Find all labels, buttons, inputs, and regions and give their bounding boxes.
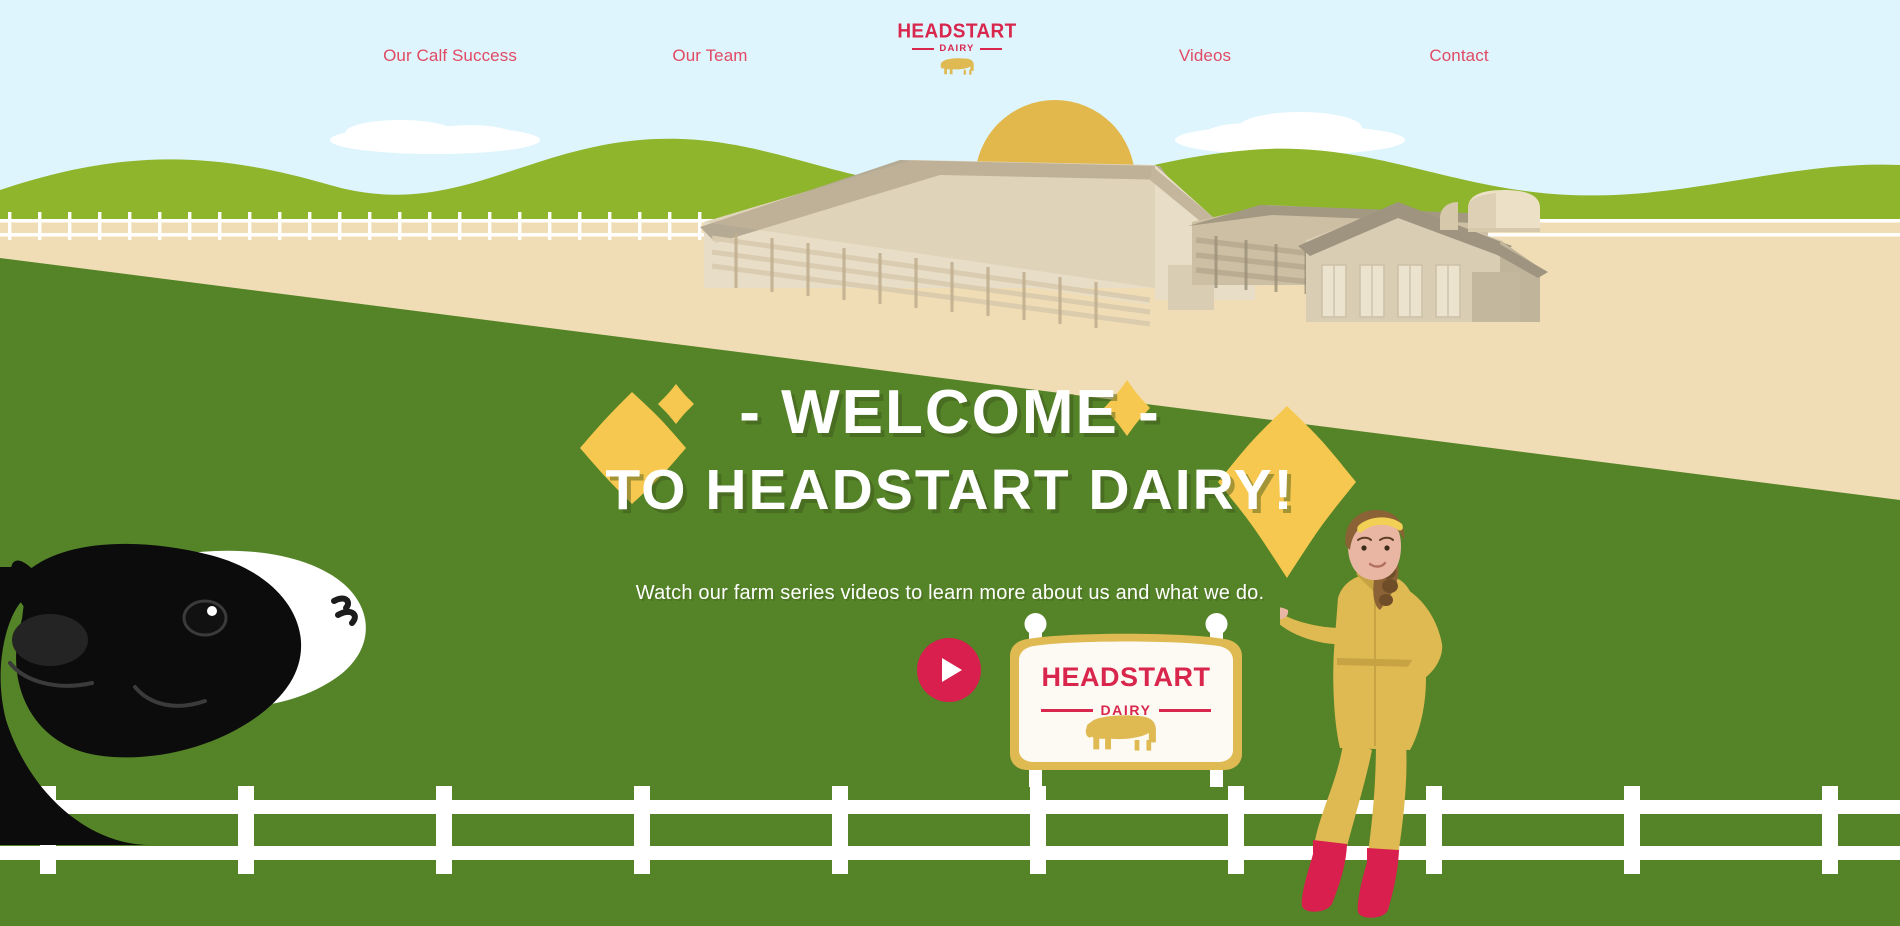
sign-rule-right	[1158, 708, 1211, 712]
nav-link-contact[interactable]: Contact	[1429, 46, 1488, 66]
cow-cheek-patch	[12, 614, 88, 666]
cow-illustration	[0, 543, 366, 845]
nav-link-videos[interactable]: Videos	[1179, 46, 1231, 66]
site-logo[interactable]: HEADSTART DAIRY	[892, 22, 1022, 78]
logo-sub-row: DAIRY	[892, 44, 1022, 54]
nav-link-our-team[interactable]: Our Team	[672, 46, 747, 66]
logo-rule-left	[912, 47, 935, 50]
farm-sign-board	[1010, 613, 1242, 787]
logo-cow-icon	[892, 56, 1022, 78]
farmer-boot-right	[1357, 848, 1399, 918]
farmer-leg-right	[1368, 740, 1407, 856]
play-video-button[interactable]	[917, 638, 981, 702]
farm-sign-subrow: DAIRY	[1000, 702, 1252, 718]
sign-rule-left	[1041, 708, 1094, 712]
farmer-boot-left	[1301, 840, 1347, 912]
page-root: HEADSTART DAIRY - WELCOME - TO HEADSTART…	[0, 0, 1900, 926]
farmer-leg-left	[1314, 738, 1372, 850]
nav-link-our-calf-success[interactable]: Our Calf Success	[383, 46, 517, 66]
logo-subtext: DAIRY	[939, 43, 975, 54]
cow-eye	[182, 599, 228, 637]
play-icon	[942, 658, 962, 682]
farm-sign-sub: DAIRY	[1100, 702, 1152, 718]
farm-sign-word: HEADSTART	[1041, 662, 1211, 692]
farmer-illustration	[1280, 510, 1443, 918]
logo-rule-right	[979, 47, 1002, 50]
logo-wordmark: HEADSTART	[897, 20, 1017, 43]
